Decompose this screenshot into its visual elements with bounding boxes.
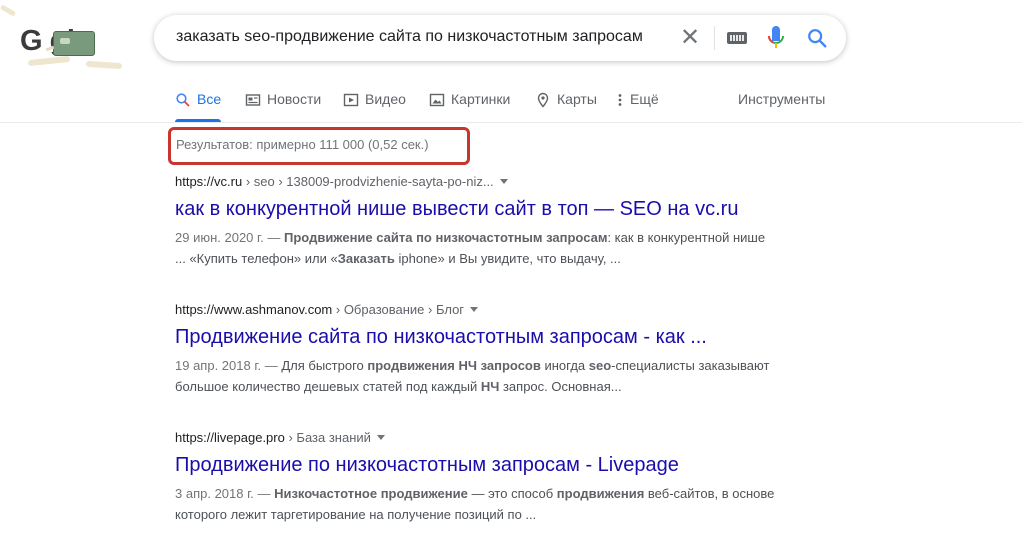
more-vert-icon — [618, 94, 622, 106]
tab-images[interactable]: Картинки — [429, 91, 510, 121]
keyboard-icon[interactable] — [727, 32, 747, 44]
search-input[interactable]: заказать seo-продвижение сайта по низкоч… — [176, 28, 643, 46]
result-title-link[interactable]: Продвижение по низкочастотным запросам -… — [175, 452, 795, 478]
tab-label: Ещё — [630, 91, 659, 107]
microphone-icon[interactable] — [766, 25, 786, 51]
result-title-link[interactable]: как в конкурентной нише вывести сайт в т… — [175, 196, 795, 222]
snippet-part: продвижения НЧ запросов — [367, 358, 541, 373]
result-date: 29 июн. 2020 г. — — [175, 230, 285, 245]
snippet-part: продвижения — [556, 486, 645, 501]
search-result: https://www.ashmanov.com › Образование ›… — [175, 301, 795, 397]
snippet-part: запрос. Основная... — [499, 379, 622, 394]
search-result: https://vc.ru › seo › 138009-prodvizheni… — [175, 173, 795, 269]
news-icon — [245, 94, 261, 106]
search-icon[interactable] — [806, 27, 828, 49]
search-box[interactable]: заказать seo-продвижение сайта по низкоч… — [154, 15, 846, 61]
result-host: https://livepage.pro — [175, 430, 285, 445]
result-date: 19 апр. 2018 г. — — [175, 358, 282, 373]
image-icon — [429, 93, 445, 107]
chevron-down-icon[interactable] — [470, 307, 479, 312]
tab-label: Новости — [267, 91, 322, 107]
chevron-down-icon[interactable] — [499, 179, 508, 184]
search-tabs: Все Новости Видео Картинки Карты Ещё Инс… — [0, 84, 1022, 123]
result-snippet: 19 апр. 2018 г. — Для быстрого продвижен… — [175, 355, 775, 397]
stats-highlight-annotation — [168, 127, 470, 165]
result-url[interactable]: https://www.ashmanov.com › Образование ›… — [175, 301, 795, 319]
clear-icon[interactable]: ✕ — [676, 24, 704, 52]
snippet-part: НЧ — [480, 379, 500, 394]
search-icon — [176, 93, 190, 107]
result-url[interactable]: https://livepage.pro › База знаний — [175, 429, 795, 447]
tab-label: Карты — [557, 91, 597, 107]
snippet-part: Для быстрого — [281, 358, 368, 373]
snippet-part: Заказать — [337, 251, 395, 266]
tab-video[interactable]: Видео — [343, 91, 406, 121]
tab-maps[interactable]: Карты — [535, 91, 597, 121]
result-path: › seo › 138009-prodvizhenie-sayta-po-niz… — [242, 174, 494, 189]
tab-label: Видео — [365, 91, 406, 107]
snippet-part: seo — [588, 358, 612, 373]
google-doodle-logo[interactable]: G gle — [20, 26, 112, 58]
result-path: › База знаний — [284, 430, 371, 445]
tab-all[interactable]: Все — [175, 91, 222, 122]
search-result: https://livepage.pro › База знаний Продв… — [175, 429, 795, 525]
video-icon — [343, 93, 359, 107]
tab-label: Все — [197, 91, 222, 107]
result-title-link[interactable]: Продвижение сайта по низкочастотным запр… — [175, 324, 795, 350]
search-divider — [714, 26, 715, 50]
doodle-decoration — [85, 60, 123, 70]
snippet-part: iphone» и Вы увидите, что выдачу, ... — [394, 251, 621, 266]
result-snippet: 3 апр. 2018 г. — Низкочастотное продвиже… — [175, 483, 775, 525]
result-host: https://www.ashmanov.com — [175, 302, 333, 317]
result-host: https://vc.ru — [175, 174, 243, 189]
doodle-briefcase-image — [53, 31, 95, 56]
result-path: › Образование › Блог — [332, 302, 465, 317]
result-date: 3 апр. 2018 г. — — [175, 486, 275, 501]
map-pin-icon — [537, 92, 549, 108]
snippet-part: Продвижение сайта по низкочастотным запр… — [284, 230, 608, 245]
result-snippet: 29 июн. 2020 г. — Продвижение сайта по н… — [175, 227, 775, 269]
tools-button[interactable]: Инструменты — [738, 91, 825, 107]
active-tab-indicator — [175, 119, 222, 122]
tab-label: Картинки — [451, 91, 511, 107]
snippet-part: иногда — [540, 358, 589, 373]
tab-news[interactable]: Новости — [245, 91, 321, 121]
result-url[interactable]: https://vc.ru › seo › 138009-prodvizheni… — [175, 173, 795, 191]
snippet-part: — это способ — [467, 486, 557, 501]
snippet-part: Низкочастотное продвижение — [274, 486, 468, 501]
chevron-down-icon[interactable] — [376, 435, 385, 440]
tab-more[interactable]: Ещё — [616, 91, 659, 121]
doodle-decoration — [0, 4, 17, 17]
